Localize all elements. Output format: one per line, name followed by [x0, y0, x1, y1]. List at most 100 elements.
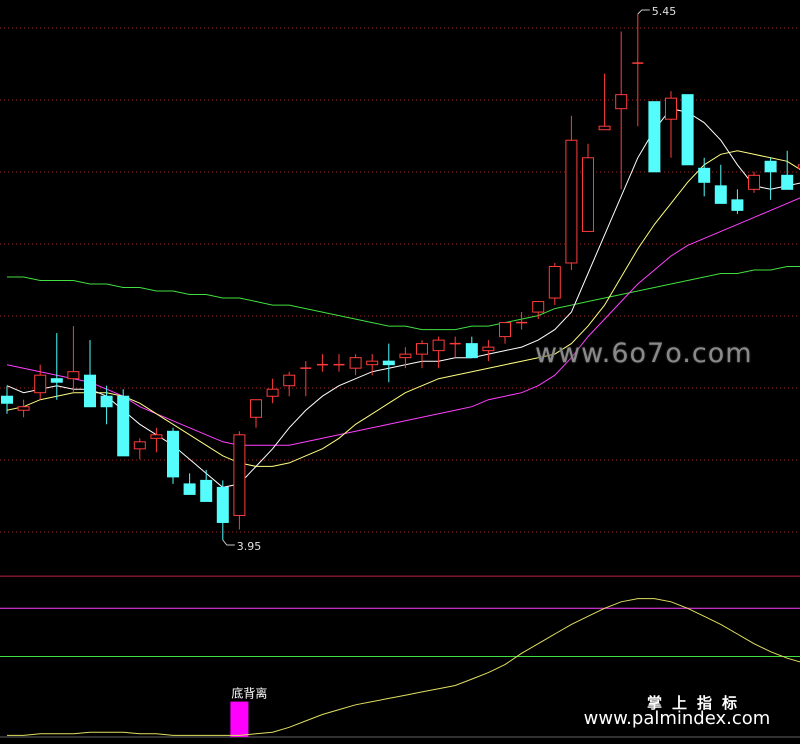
candle: [565, 115, 578, 270]
candle-body: [117, 395, 130, 457]
candle: [582, 143, 594, 232]
watermark-center: www.6o7o.com: [535, 338, 753, 369]
candle: [366, 354, 379, 376]
low-pointer: [222, 539, 235, 546]
candle-body: [84, 374, 96, 408]
candle: [781, 150, 794, 190]
candle-body: [133, 441, 146, 450]
candle-body: [748, 174, 760, 190]
candle-body: [183, 483, 196, 495]
candle-body: [582, 157, 594, 232]
candle: [250, 399, 262, 428]
signal-label: 底背离: [231, 686, 267, 701]
candle-body: [399, 353, 412, 359]
candle: [233, 431, 246, 530]
candle-body: [532, 301, 545, 313]
candle: [714, 164, 727, 204]
candle-body: [681, 94, 694, 166]
candle: [300, 361, 312, 397]
candle: [482, 340, 495, 362]
candle: [349, 354, 362, 376]
candlestick-series: [1, 14, 800, 540]
candle-body: [615, 94, 628, 110]
candle-body: [482, 346, 495, 352]
candle: [432, 336, 445, 369]
candle: [615, 31, 628, 190]
candle-body: [416, 343, 428, 355]
stock-chart: 5.45 3.95 底背离: [0, 5, 800, 738]
candle-body: [432, 339, 445, 352]
candle: [548, 262, 561, 306]
candle: [748, 171, 760, 193]
candle: [598, 73, 611, 131]
candle: [516, 312, 528, 330]
candle: [84, 340, 96, 408]
candle-body: [67, 371, 80, 380]
candle-body: [50, 378, 63, 383]
candle-body: [167, 430, 179, 478]
signal-bar: [230, 701, 249, 737]
candle: [731, 189, 744, 214]
candle-body: [598, 125, 611, 131]
candle-body: [266, 388, 279, 397]
candle: [632, 14, 644, 127]
candle-body: [349, 357, 362, 369]
candle: [465, 336, 478, 359]
ma-slow-line: [7, 266, 800, 331]
candle: [133, 438, 146, 460]
candle: [681, 94, 694, 166]
candle-body: [548, 265, 561, 299]
candle: [665, 91, 677, 158]
candle-body: [665, 97, 677, 120]
candle-body: [216, 486, 229, 523]
price-annotations: 5.45 3.95: [222, 5, 677, 553]
candle-body: [499, 322, 511, 338]
candle: [382, 343, 395, 383]
candle: [183, 473, 196, 495]
candle-body: [781, 174, 794, 190]
candle: [216, 480, 229, 540]
candle: [648, 101, 661, 173]
candle: [266, 378, 279, 404]
candle: [200, 469, 213, 502]
candle: [117, 389, 130, 457]
candle-body: [714, 185, 727, 204]
candle-body: [283, 374, 296, 387]
candle: [17, 399, 30, 418]
candle-body: [648, 101, 661, 173]
candle: [698, 157, 711, 197]
candle: [167, 427, 179, 484]
candle-body: [698, 167, 711, 183]
candle: [449, 336, 461, 358]
candle-body: [565, 139, 578, 264]
candle-body: [233, 434, 246, 516]
candle-body: [731, 199, 744, 211]
candle: [34, 364, 47, 400]
candle-body: [366, 360, 379, 366]
candle-body: [200, 479, 213, 502]
candle: [333, 354, 345, 372]
candle: [67, 326, 80, 393]
candle-body: [250, 399, 262, 418]
candle-body: [34, 374, 47, 394]
candle: [150, 427, 163, 453]
candle-body: [150, 434, 163, 439]
candle-body: [465, 343, 478, 359]
candle: [283, 371, 296, 397]
watermark-url: www.palmindex.com: [583, 708, 771, 729]
candle-body: [17, 406, 30, 411]
candle: [499, 322, 511, 344]
candle-body: [100, 395, 113, 408]
candle: [764, 157, 777, 200]
candle: [316, 354, 328, 372]
high-price-label: 5.45: [652, 5, 677, 18]
price-grid: [0, 27, 800, 533]
candle-body: [382, 360, 395, 366]
candle: [416, 340, 428, 369]
candle-body: [764, 160, 777, 173]
low-price-label: 3.95: [237, 540, 261, 553]
candle-body: [1, 395, 13, 404]
high-pointer: [637, 9, 650, 15]
candle: [100, 385, 113, 425]
candle: [50, 333, 63, 400]
